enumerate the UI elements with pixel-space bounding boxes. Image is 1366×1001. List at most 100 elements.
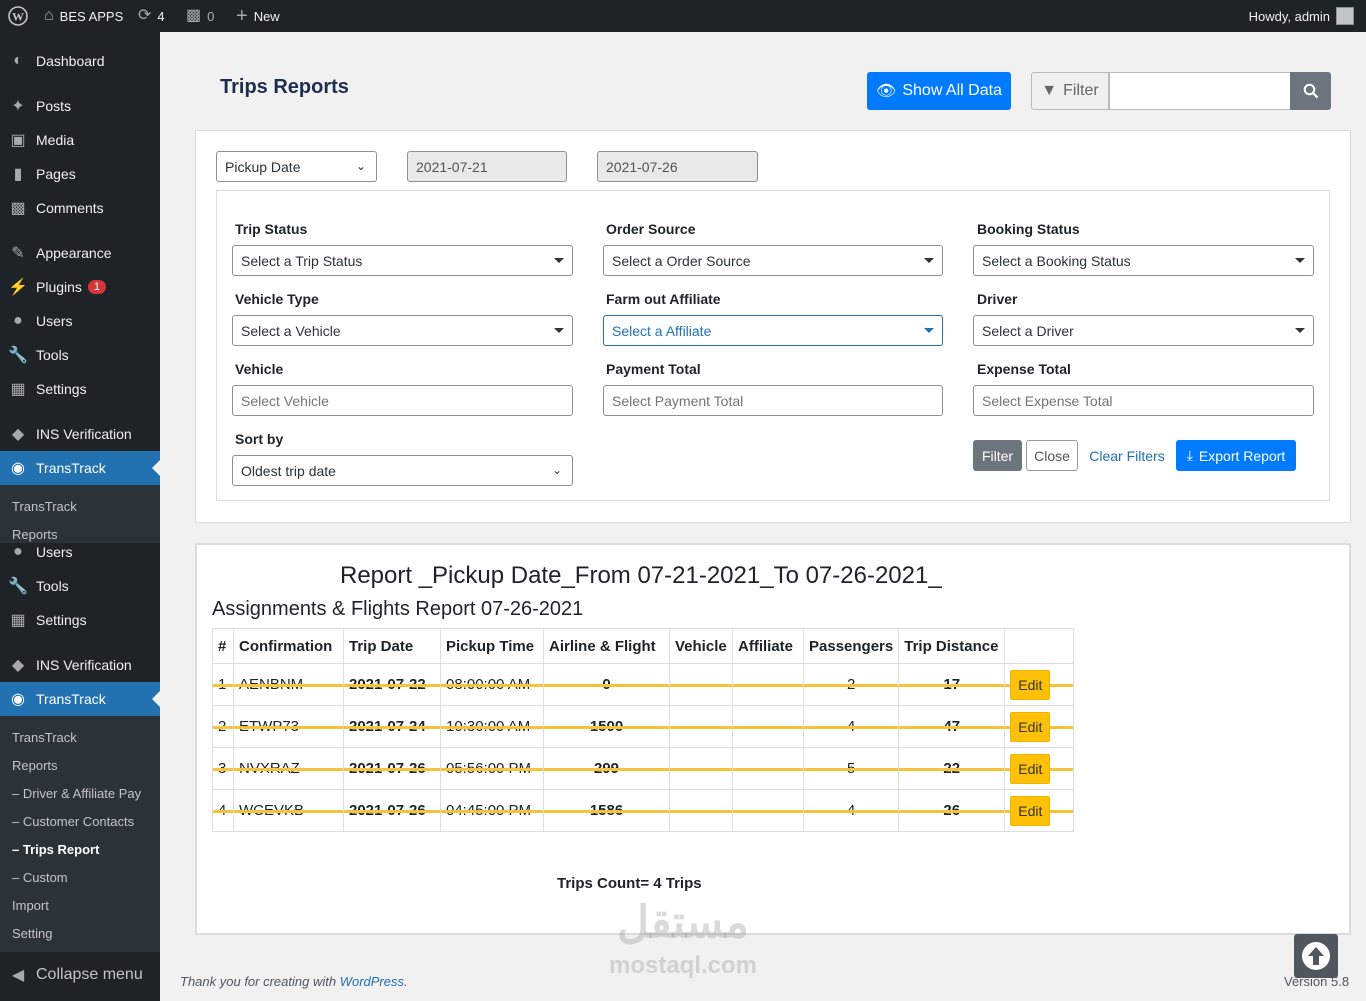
sidebar-item-pages[interactable]: ▮ Pages: [0, 157, 160, 191]
pin-icon: ✦: [11, 98, 25, 115]
sidebar-item-users[interactable]: ● Users: [0, 304, 160, 338]
sidebar-item-posts[interactable]: ✦ Posts: [0, 89, 160, 123]
filter-toggle-button[interactable]: ▼ Filter: [1031, 72, 1109, 110]
cell-airline-flight: 1500: [543, 705, 670, 748]
sidebar-item-settings[interactable]: ▦ Settings: [0, 372, 160, 406]
order-source-placeholder: Select a Order Source: [612, 252, 751, 269]
edit-button[interactable]: Edit: [1010, 795, 1051, 826]
sidebar-item-label: Settings: [36, 612, 87, 628]
cell-trip-distance: 17: [898, 663, 1006, 706]
submenu-item-customer-contacts[interactable]: – Customer Contacts: [12, 814, 134, 829]
sidebar-item-dashboard[interactable]: ◐ Dashboard: [0, 44, 160, 78]
expense-total-label: Expense Total: [977, 361, 1071, 377]
diamond-icon: ◆: [11, 426, 25, 443]
wordpress-link[interactable]: WordPress: [340, 974, 404, 989]
cell-passengers: 2: [802, 663, 900, 706]
date-from-input[interactable]: 2021-07-21: [407, 151, 567, 182]
sidebar-item-comments[interactable]: ▩ Comments: [0, 191, 160, 225]
submenu-item-custom[interactable]: – Custom: [12, 870, 68, 885]
cell-actions: Edit: [1004, 663, 1075, 706]
caret-down-icon: [924, 258, 934, 263]
settings-icon: ▦: [10, 612, 26, 629]
apply-filter-button[interactable]: Filter: [973, 440, 1022, 471]
sidebar-item-media[interactable]: ▣ Media: [0, 123, 160, 157]
driver-select[interactable]: Select a Driver: [973, 315, 1314, 346]
edit-button[interactable]: Edit: [1010, 753, 1051, 784]
submenu-item-transtrack[interactable]: TransTrack: [12, 730, 77, 745]
sidebar-item-plugins[interactable]: ⚡ Plugins 1: [0, 270, 160, 304]
submenu-item-trips-report[interactable]: – Trips Report: [12, 842, 99, 857]
submenu-item-reports[interactable]: Reports: [12, 758, 58, 773]
sort-by-select[interactable]: Oldest trip date ⌄: [232, 455, 573, 486]
sidebar-item-tools[interactable]: 🔧 Tools: [0, 338, 160, 372]
col-vehicle: Vehicle: [669, 628, 733, 664]
avatar: [1336, 7, 1354, 25]
sidebar-item-ins-verification-dup[interactable]: ◆ INS Verification: [0, 648, 160, 682]
payment-total-input[interactable]: Select Payment Total: [603, 385, 943, 416]
close-filter-button[interactable]: Close: [1026, 440, 1078, 471]
caret-down-icon: [554, 328, 564, 333]
svg-text:W: W: [12, 10, 24, 24]
submenu-item-setting[interactable]: Setting: [12, 926, 52, 941]
cell-confirmation: AENBNM: [233, 663, 344, 706]
sidebar-item-appearance[interactable]: ✎ Appearance: [0, 236, 160, 270]
clear-filters-link[interactable]: Clear Filters: [1088, 440, 1166, 471]
export-report-button[interactable]: ⤓ Export Report: [1176, 440, 1296, 471]
cell-airline-flight: 299: [543, 747, 670, 790]
sidebar-item-label: Tools: [36, 578, 69, 594]
vehicle-input[interactable]: Select Vehicle: [232, 385, 573, 416]
col-affiliate: Affiliate: [732, 628, 804, 664]
wordpress-logo-icon[interactable]: W: [8, 0, 28, 32]
order-source-label: Order Source: [606, 221, 696, 237]
vehicle-type-select[interactable]: Select a Vehicle: [232, 315, 573, 346]
date-to-input[interactable]: 2021-07-26: [597, 151, 758, 182]
expense-total-input[interactable]: Select Expense Total: [973, 385, 1314, 416]
submenu-item-driver-affiliate-pay[interactable]: – Driver & Affiliate Pay: [12, 786, 141, 801]
submenu-item-import[interactable]: Import: [12, 898, 49, 913]
order-source-select[interactable]: Select a Order Source: [603, 245, 943, 276]
trips-count: Trips Count= 4 Trips: [557, 875, 702, 892]
comments-link[interactable]: ▩ 0: [186, 0, 214, 32]
farm-out-affiliate-select[interactable]: Select a Affiliate: [603, 315, 943, 346]
search-button[interactable]: [1290, 72, 1331, 110]
trip-status-select[interactable]: Select a Trip Status: [232, 245, 573, 276]
date-type-select[interactable]: Pickup Date ⌄: [216, 151, 377, 182]
sidebar-item-transtrack[interactable]: ◉ TransTrack: [0, 451, 160, 485]
cell-affiliate: [732, 789, 804, 832]
table-row: 2 ETWP73 2021-07-24 10:30:00 AM 1500 4 4…: [212, 705, 1075, 748]
plugin-icon: ⚡: [8, 279, 28, 296]
chevron-down-icon: ⌄: [551, 463, 562, 477]
sidebar-item-label: TransTrack: [36, 691, 106, 707]
sidebar-item-tools-dup[interactable]: 🔧 Tools: [0, 569, 160, 603]
collapse-menu-button[interactable]: ◀ Collapse menu: [0, 958, 160, 992]
edit-button[interactable]: Edit: [1010, 669, 1051, 700]
updates-link[interactable]: ⟳ 4: [138, 0, 165, 32]
new-label: New: [253, 8, 280, 24]
search-input[interactable]: [1109, 72, 1291, 110]
wrench-icon: 🔧: [8, 578, 28, 595]
account-menu[interactable]: Howdy, admin: [1249, 0, 1354, 32]
show-all-data-button[interactable]: 👁 Show All Data: [867, 72, 1011, 110]
caret-down-icon: [554, 258, 564, 263]
cell-pickup-time: 04:45:00 PM: [440, 789, 544, 832]
sidebar-item-users-dup[interactable]: ● Users: [0, 535, 160, 569]
booking-status-select[interactable]: Select a Booking Status: [973, 245, 1314, 276]
cell-number: 3: [212, 747, 234, 790]
sidebar-item-transtrack-dup[interactable]: ◉ TransTrack: [0, 682, 160, 716]
date-to-value: 2021-07-26: [606, 158, 678, 175]
col-passengers: Passengers: [802, 628, 900, 664]
edit-button[interactable]: Edit: [1010, 711, 1051, 742]
col-number: #: [212, 628, 234, 664]
sidebar-item-label: Dashboard: [36, 53, 105, 69]
new-content-link[interactable]: + New: [236, 0, 280, 32]
table-row: 1 AENBNM 2021-07-22 08:00:00 AM 0 2 17 E…: [212, 663, 1075, 706]
sidebar-item-settings-dup[interactable]: ▦ Settings: [0, 603, 160, 637]
media-icon: ▣: [10, 132, 26, 149]
show-all-label: Show All Data: [902, 82, 1002, 99]
vehicle-type-placeholder: Select a Vehicle: [241, 322, 341, 339]
submenu-item-transtrack[interactable]: TransTrack: [12, 499, 77, 514]
table-row: 4 WCEVKB 2021-07-26 04:45:00 PM 1586 4 2…: [212, 789, 1075, 832]
sidebar-item-ins-verification[interactable]: ◆ INS Verification: [0, 417, 160, 451]
site-name-link[interactable]: ⌂ BES APPS: [44, 0, 123, 32]
scroll-to-top-button[interactable]: [1294, 934, 1338, 978]
